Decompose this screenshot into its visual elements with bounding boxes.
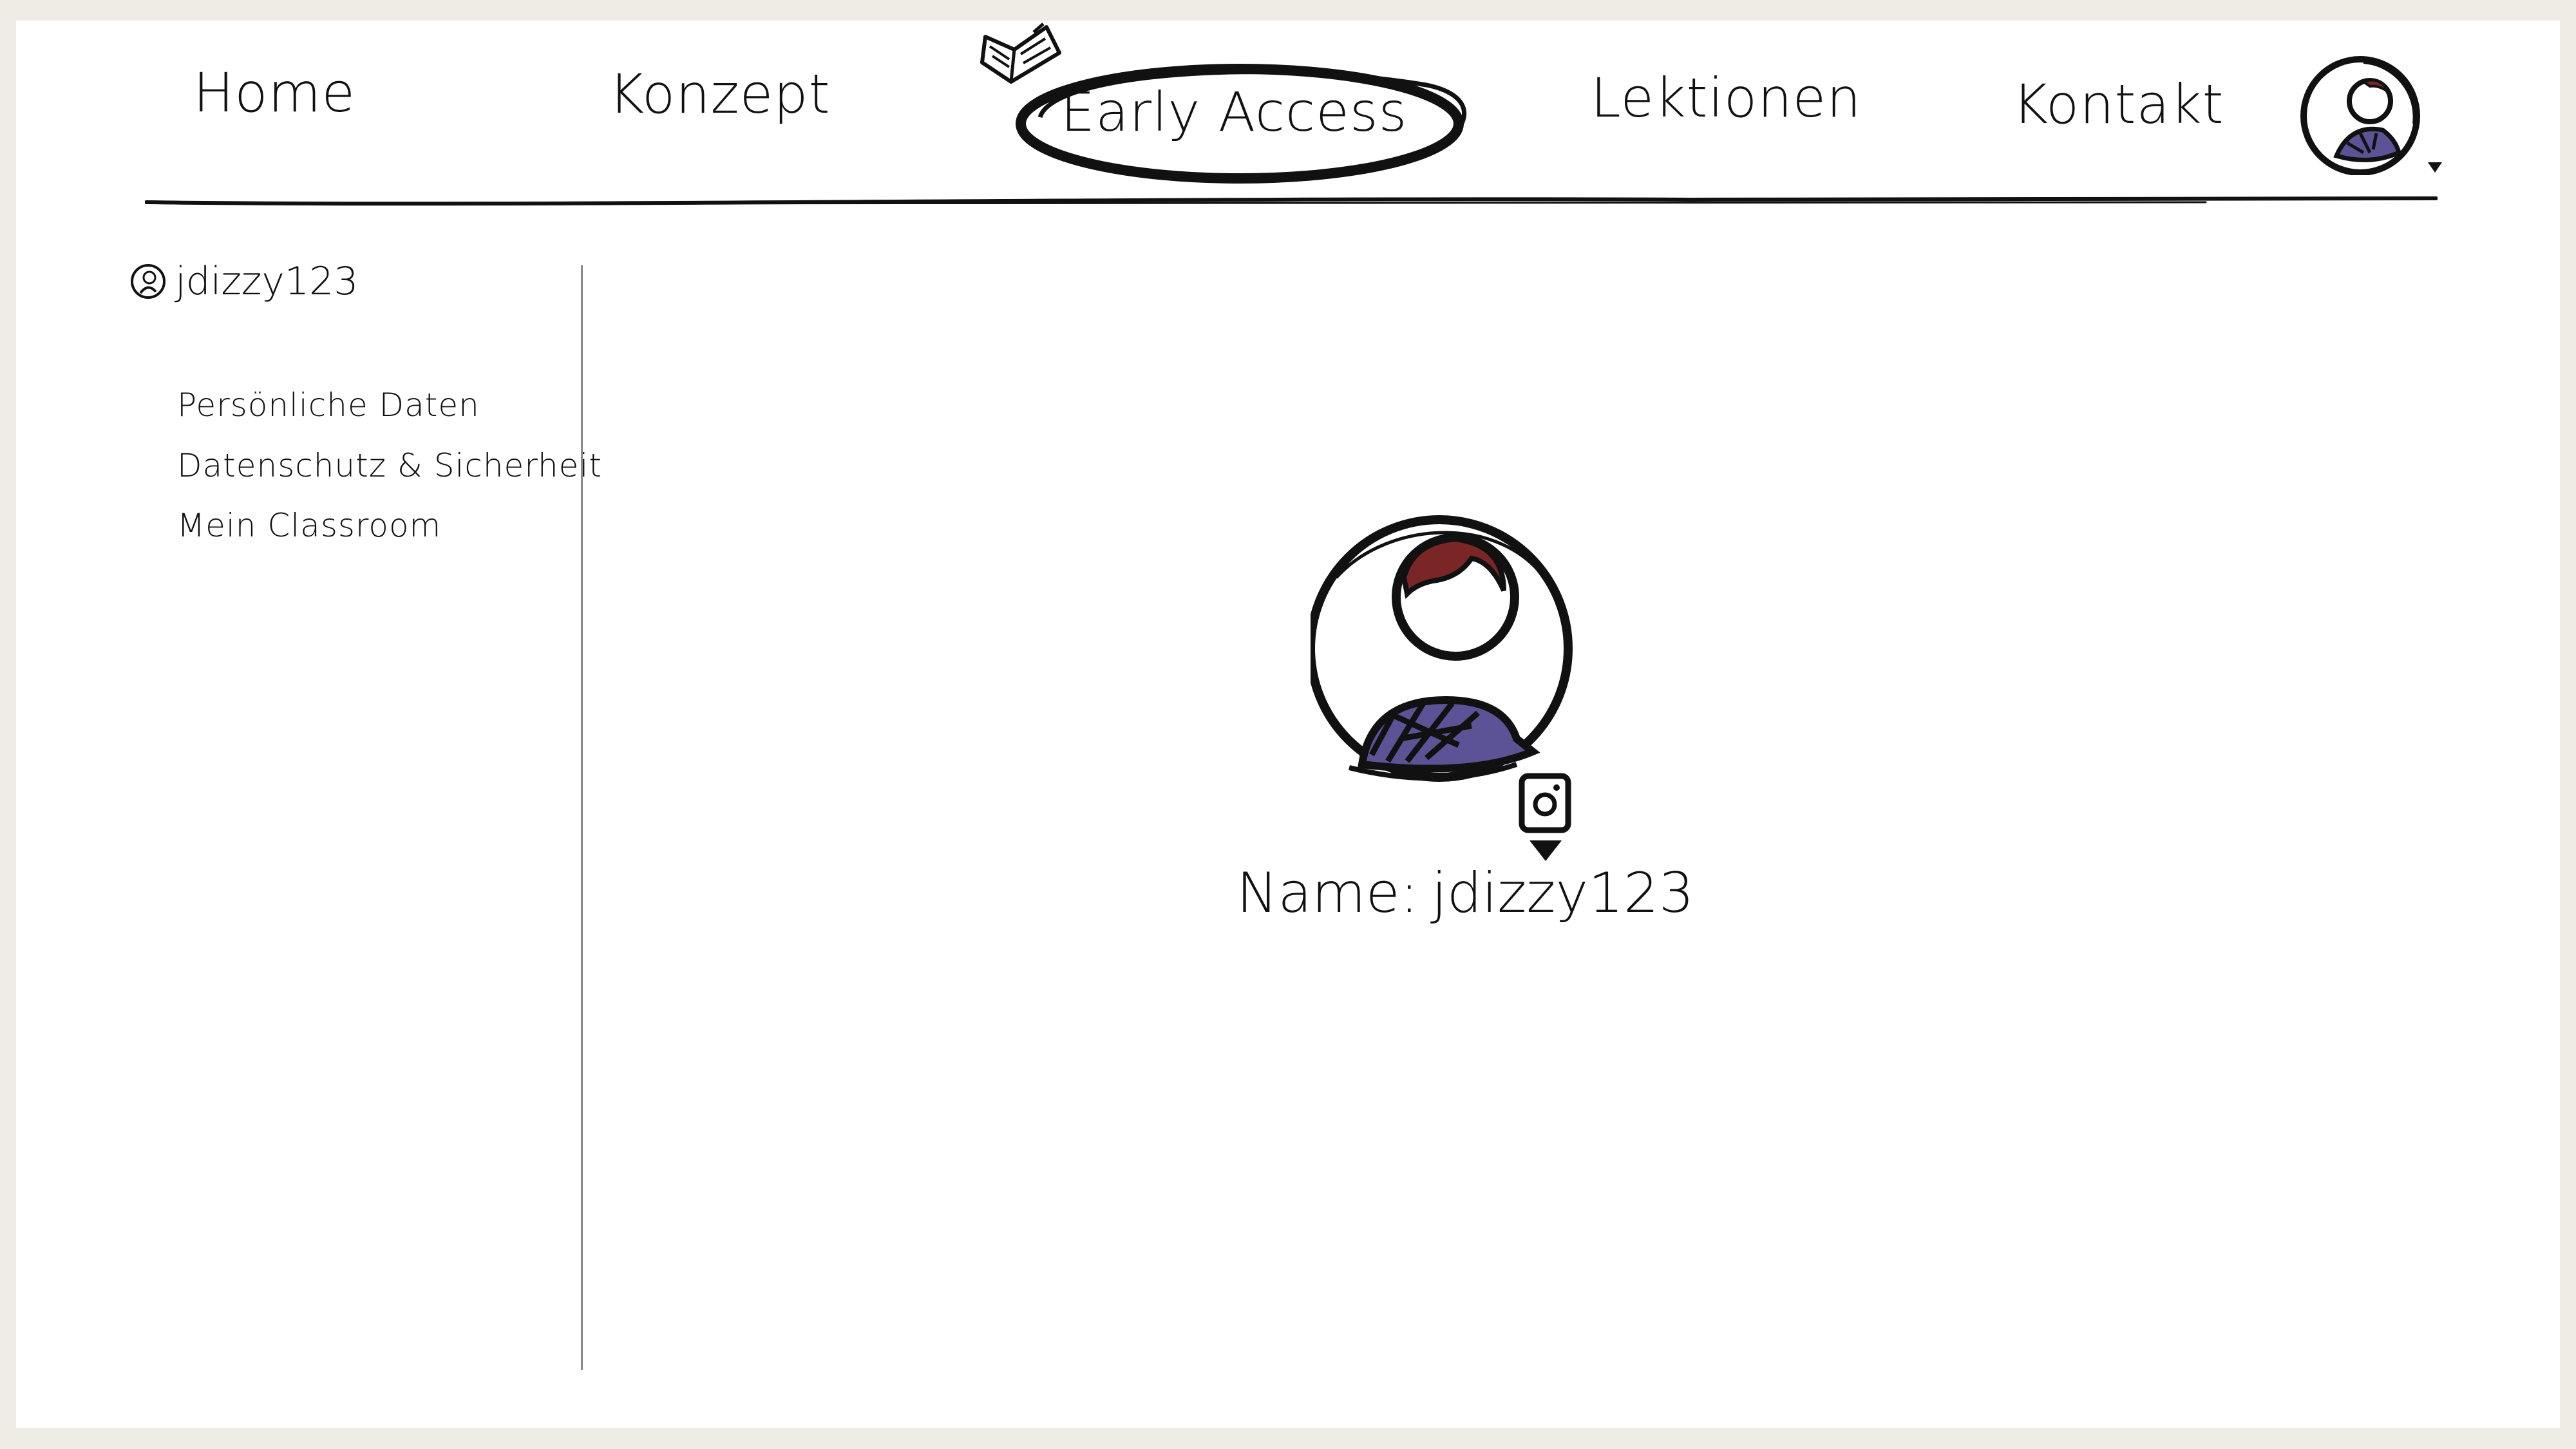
sidebar-username: jdizzy123 [175,259,359,304]
sidebar-link-datenschutz[interactable]: Datenschutz & Sicherheit [177,447,602,484]
profile-picture [1306,507,1594,816]
profile-avatar-icon [1306,515,1573,782]
sidebar-user: jdizzy123 [129,259,358,304]
nav-kontakt[interactable]: Kontakt [2012,77,2224,131]
sidebar-divider [581,265,583,1370]
nav-home[interactable]: Home [193,66,355,120]
user-avatar-icon [2300,56,2442,176]
profile-name-value: jdizzy123 [1431,861,1694,925]
nav-lektionen[interactable]: Lektionen [1591,71,1861,125]
user-menu-button[interactable] [2299,46,2447,176]
sidebar-link-persoenliche-daten[interactable]: Persönliche Daten [177,386,480,424]
change-photo-button[interactable] [1517,771,1575,867]
nav-early-access[interactable]: Early Access [969,21,1484,184]
camera-icon [1519,773,1571,833]
chevron-down-icon [2428,162,2442,173]
nav-early-access-label: Early Access [1061,80,1408,144]
nav-konzept[interactable]: Konzept [609,67,831,121]
page: Home Konzept Early Access Lektionen Kont… [16,21,2560,1428]
profile-name: Name: jdizzy123 [1236,861,1694,925]
sidebar-link-mein-classroom[interactable]: Mein Classroom [177,507,441,544]
nav-divider [145,196,2438,206]
user-avatar-small-icon [131,264,166,299]
profile-name-label: Name: [1236,861,1419,925]
